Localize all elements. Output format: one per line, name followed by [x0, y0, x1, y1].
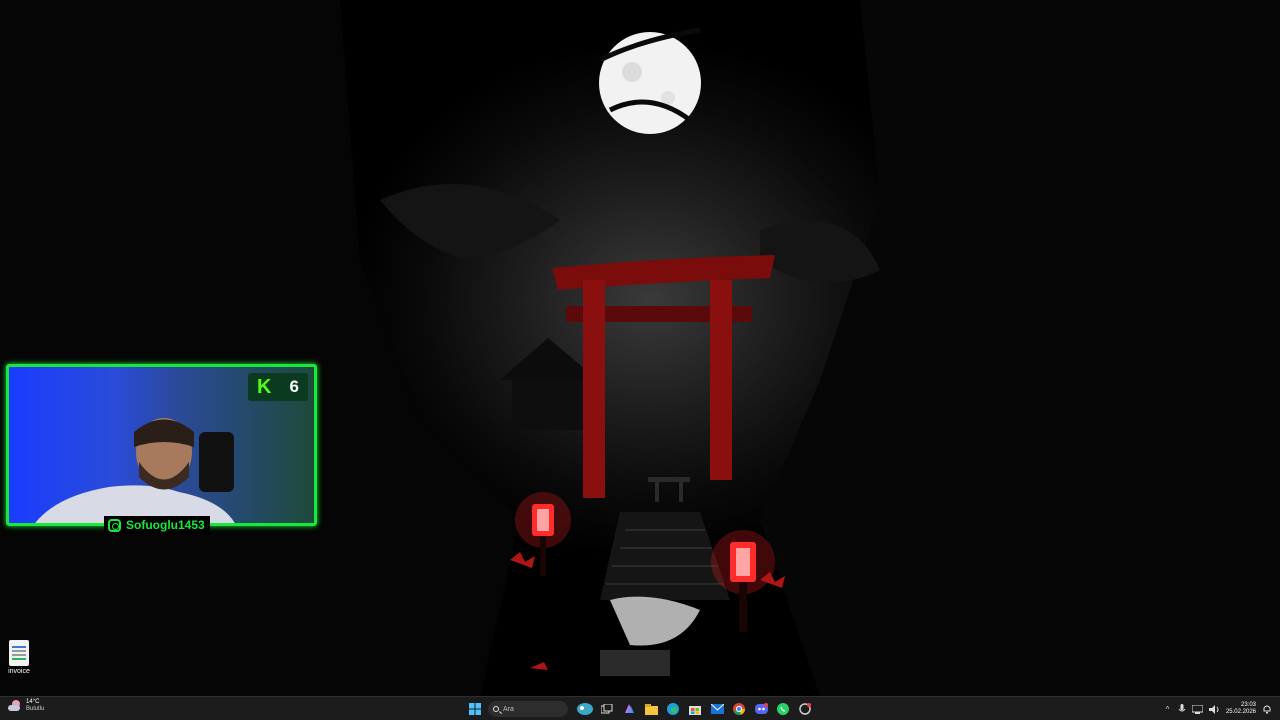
desktop-icon-invoice[interactable]: invoice	[4, 640, 34, 675]
clock-date: 25.02.2026	[1225, 709, 1256, 715]
system-tray: ^ 23:03 25.02.2026	[1163, 699, 1272, 719]
mail-button[interactable]	[708, 700, 726, 718]
weather-temperature: 14°C	[26, 699, 40, 705]
copilot-icon	[625, 704, 634, 713]
copilot-button[interactable]	[620, 700, 638, 718]
app-icon	[799, 703, 811, 715]
wallpaper	[0, 0, 1280, 696]
search-icon	[493, 706, 499, 712]
clock-time: 23:03	[1240, 702, 1256, 708]
document-icon	[9, 640, 29, 666]
chrome-button[interactable]	[730, 700, 748, 718]
streamer-video	[35, 418, 235, 523]
weather-widget[interactable]: 14°C Bulutlu	[8, 699, 44, 713]
kick-badge-count: 6	[289, 377, 299, 396]
network-icon[interactable]	[1191, 704, 1203, 714]
widgets-button[interactable]	[576, 700, 594, 718]
mail-icon	[710, 704, 724, 714]
taskbar-center: Ara	[466, 699, 814, 719]
taskbar: 14°C Bulutlu Ara ^ 23:03 25.02.2026	[0, 696, 1280, 720]
desktop: K 6 Sofuoglu1453 invoice	[0, 0, 1280, 696]
start-icon	[469, 703, 481, 715]
microsoft-store-button[interactable]	[686, 700, 704, 718]
taskbar-search[interactable]: Ara	[488, 701, 568, 717]
microphone-icon[interactable]	[1178, 704, 1186, 714]
weather-condition: Bulutlu	[26, 706, 45, 712]
edge-icon	[667, 703, 679, 715]
desktop-icon-label: invoice	[8, 668, 30, 675]
file-explorer-icon	[644, 703, 658, 715]
chrome-icon	[733, 703, 745, 715]
task-view-button[interactable]	[598, 700, 616, 718]
app-button[interactable]	[796, 700, 814, 718]
webcam-username: Sofuoglu1453	[126, 518, 205, 532]
webcam-username-caption: Sofuoglu1453	[104, 516, 210, 534]
search-placeholder: Ara	[503, 705, 514, 713]
webcam-overlay: K 6	[6, 364, 317, 526]
edge-button[interactable]	[664, 700, 682, 718]
whatsapp-button[interactable]	[774, 700, 792, 718]
weather-icon	[8, 700, 22, 712]
start-button[interactable]	[466, 700, 484, 718]
widgets-icon	[577, 703, 593, 715]
chevron-up-icon[interactable]: ^	[1163, 705, 1172, 714]
discord-icon	[754, 703, 768, 714]
volume-icon[interactable]	[1208, 704, 1220, 714]
instagram-icon	[108, 518, 121, 532]
kick-icon: K	[257, 375, 272, 398]
kick-badge: K 6	[248, 373, 308, 401]
microsoft-store-icon	[689, 706, 701, 715]
discord-button[interactable]	[752, 700, 770, 718]
whatsapp-icon	[777, 703, 789, 715]
file-explorer-button[interactable]	[642, 700, 660, 718]
notifications-icon[interactable]	[1262, 704, 1272, 714]
taskbar-clock[interactable]: 23:03 25.02.2026	[1226, 702, 1256, 716]
task-view-icon	[601, 704, 613, 714]
